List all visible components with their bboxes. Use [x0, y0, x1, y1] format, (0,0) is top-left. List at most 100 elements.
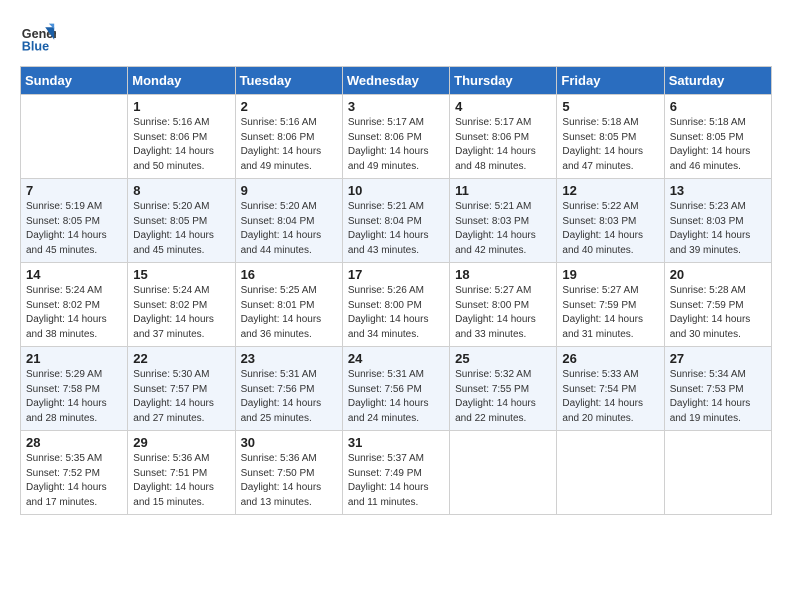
calendar-cell: 31 Sunrise: 5:37 AM Sunset: 7:49 PM Dayli… — [342, 431, 449, 515]
weekday-header: Tuesday — [235, 67, 342, 95]
day-number: 8 — [133, 183, 229, 198]
cell-sun-info: Sunrise: 5:36 AM Sunset: 7:50 PM Dayligh… — [241, 452, 337, 510]
day-number: 3 — [348, 99, 444, 114]
cell-sun-info: Sunrise: 5:25 AM Sunset: 8:01 PM Dayligh… — [241, 284, 337, 342]
cell-sun-info: Sunrise: 5:16 AM Sunset: 8:06 PM Dayligh… — [241, 116, 337, 174]
calendar-cell: 5 Sunrise: 5:18 AM Sunset: 8:05 PM Daylig… — [557, 95, 664, 179]
weekday-header: Thursday — [450, 67, 557, 95]
day-number: 1 — [133, 99, 229, 114]
cell-sun-info: Sunrise: 5:36 AM Sunset: 7:51 PM Dayligh… — [133, 452, 229, 510]
day-number: 18 — [455, 267, 551, 282]
calendar-cell: 16 Sunrise: 5:25 AM Sunset: 8:01 PM Dayli… — [235, 263, 342, 347]
calendar-cell: 10Sunrise: 5:21 AM Sunset: 8:04 PM Dayli… — [342, 179, 449, 263]
calendar-cell: 1 Sunrise: 5:16 AM Sunset: 8:06 PM Daylig… — [128, 95, 235, 179]
day-number: 19 — [562, 267, 658, 282]
calendar-cell: 11 Sunrise: 5:21 AM Sunset: 8:03 PM Dayli… — [450, 179, 557, 263]
cell-sun-info: Sunrise: 5:29 AM Sunset: 7:58 PM Dayligh… — [26, 368, 122, 426]
cell-sun-info: Sunrise: 5:22 AM Sunset: 8:03 PM Dayligh… — [562, 200, 658, 258]
day-number: 24 — [348, 351, 444, 366]
cell-sun-info: Sunrise: 5:32 AM Sunset: 7:55 PM Dayligh… — [455, 368, 551, 426]
day-number: 22 — [133, 351, 229, 366]
weekday-header: Friday — [557, 67, 664, 95]
calendar-week-row: 7Sunrise: 5:19 AM Sunset: 8:05 PM Daylig… — [21, 179, 772, 263]
calendar-cell: 9Sunrise: 5:20 AM Sunset: 8:04 PM Daylig… — [235, 179, 342, 263]
calendar-cell: 12 Sunrise: 5:22 AM Sunset: 8:03 PM Dayli… — [557, 179, 664, 263]
cell-sun-info: Sunrise: 5:28 AM Sunset: 7:59 PM Dayligh… — [670, 284, 766, 342]
calendar-cell: 24Sunrise: 5:31 AM Sunset: 7:56 PM Dayli… — [342, 347, 449, 431]
calendar-cell: 18 Sunrise: 5:27 AM Sunset: 8:00 PM Dayli… — [450, 263, 557, 347]
day-number: 26 — [562, 351, 658, 366]
day-number: 30 — [241, 435, 337, 450]
day-number: 9 — [241, 183, 337, 198]
cell-sun-info: Sunrise: 5:30 AM Sunset: 7:57 PM Dayligh… — [133, 368, 229, 426]
day-number: 25 — [455, 351, 551, 366]
cell-sun-info: Sunrise: 5:24 AM Sunset: 8:02 PM Dayligh… — [133, 284, 229, 342]
cell-sun-info: Sunrise: 5:26 AM Sunset: 8:00 PM Dayligh… — [348, 284, 444, 342]
day-number: 17 — [348, 267, 444, 282]
calendar-week-row: 21 Sunrise: 5:29 AM Sunset: 7:58 PM Dayli… — [21, 347, 772, 431]
calendar-cell: 27 Sunrise: 5:34 AM Sunset: 7:53 PM Dayli… — [664, 347, 771, 431]
day-number: 20 — [670, 267, 766, 282]
weekday-header: Monday — [128, 67, 235, 95]
calendar-cell: 17 Sunrise: 5:26 AM Sunset: 8:00 PM Dayli… — [342, 263, 449, 347]
day-number: 21 — [26, 351, 122, 366]
day-number: 13 — [670, 183, 766, 198]
calendar-cell — [450, 431, 557, 515]
day-number: 5 — [562, 99, 658, 114]
day-number: 27 — [670, 351, 766, 366]
calendar-cell: 29 Sunrise: 5:36 AM Sunset: 7:51 PM Dayli… — [128, 431, 235, 515]
weekday-header: Saturday — [664, 67, 771, 95]
calendar-cell: 19 Sunrise: 5:27 AM Sunset: 7:59 PM Dayli… — [557, 263, 664, 347]
cell-sun-info: Sunrise: 5:17 AM Sunset: 8:06 PM Dayligh… — [348, 116, 444, 174]
calendar-table: SundayMondayTuesdayWednesdayThursdayFrid… — [20, 66, 772, 515]
day-number: 29 — [133, 435, 229, 450]
calendar-week-row: 14 Sunrise: 5:24 AM Sunset: 8:02 PM Dayli… — [21, 263, 772, 347]
cell-sun-info: Sunrise: 5:31 AM Sunset: 7:56 PM Dayligh… — [241, 368, 337, 426]
calendar-cell: 30 Sunrise: 5:36 AM Sunset: 7:50 PM Dayli… — [235, 431, 342, 515]
day-number: 15 — [133, 267, 229, 282]
calendar-cell: 4 Sunrise: 5:17 AM Sunset: 8:06 PM Daylig… — [450, 95, 557, 179]
page-header: General Blue — [20, 20, 772, 56]
calendar-cell: 28 Sunrise: 5:35 AM Sunset: 7:52 PM Dayli… — [21, 431, 128, 515]
day-number: 14 — [26, 267, 122, 282]
cell-sun-info: Sunrise: 5:27 AM Sunset: 7:59 PM Dayligh… — [562, 284, 658, 342]
svg-text:Blue: Blue — [22, 40, 49, 54]
cell-sun-info: Sunrise: 5:27 AM Sunset: 8:00 PM Dayligh… — [455, 284, 551, 342]
day-number: 11 — [455, 183, 551, 198]
calendar-header-row: SundayMondayTuesdayWednesdayThursdayFrid… — [21, 67, 772, 95]
cell-sun-info: Sunrise: 5:17 AM Sunset: 8:06 PM Dayligh… — [455, 116, 551, 174]
calendar-cell: 8 Sunrise: 5:20 AM Sunset: 8:05 PM Daylig… — [128, 179, 235, 263]
cell-sun-info: Sunrise: 5:19 AM Sunset: 8:05 PM Dayligh… — [26, 200, 122, 258]
calendar-cell: 7Sunrise: 5:19 AM Sunset: 8:05 PM Daylig… — [21, 179, 128, 263]
cell-sun-info: Sunrise: 5:33 AM Sunset: 7:54 PM Dayligh… — [562, 368, 658, 426]
day-number: 31 — [348, 435, 444, 450]
day-number: 12 — [562, 183, 658, 198]
calendar-week-row: 1 Sunrise: 5:16 AM Sunset: 8:06 PM Daylig… — [21, 95, 772, 179]
cell-sun-info: Sunrise: 5:16 AM Sunset: 8:06 PM Dayligh… — [133, 116, 229, 174]
calendar-cell — [557, 431, 664, 515]
calendar-cell: 3 Sunrise: 5:17 AM Sunset: 8:06 PM Daylig… — [342, 95, 449, 179]
calendar-cell: 23Sunrise: 5:31 AM Sunset: 7:56 PM Dayli… — [235, 347, 342, 431]
calendar-cell: 25 Sunrise: 5:32 AM Sunset: 7:55 PM Dayli… — [450, 347, 557, 431]
calendar-cell: 26 Sunrise: 5:33 AM Sunset: 7:54 PM Dayli… — [557, 347, 664, 431]
day-number: 28 — [26, 435, 122, 450]
day-number: 4 — [455, 99, 551, 114]
cell-sun-info: Sunrise: 5:18 AM Sunset: 8:05 PM Dayligh… — [670, 116, 766, 174]
day-number: 10 — [348, 183, 444, 198]
cell-sun-info: Sunrise: 5:35 AM Sunset: 7:52 PM Dayligh… — [26, 452, 122, 510]
cell-sun-info: Sunrise: 5:24 AM Sunset: 8:02 PM Dayligh… — [26, 284, 122, 342]
day-number: 6 — [670, 99, 766, 114]
calendar-cell: 2Sunrise: 5:16 AM Sunset: 8:06 PM Daylig… — [235, 95, 342, 179]
cell-sun-info: Sunrise: 5:37 AM Sunset: 7:49 PM Dayligh… — [348, 452, 444, 510]
cell-sun-info: Sunrise: 5:18 AM Sunset: 8:05 PM Dayligh… — [562, 116, 658, 174]
weekday-header: Wednesday — [342, 67, 449, 95]
calendar-cell: 14 Sunrise: 5:24 AM Sunset: 8:02 PM Dayli… — [21, 263, 128, 347]
calendar-cell — [21, 95, 128, 179]
logo: General Blue — [20, 20, 56, 56]
cell-sun-info: Sunrise: 5:34 AM Sunset: 7:53 PM Dayligh… — [670, 368, 766, 426]
cell-sun-info: Sunrise: 5:21 AM Sunset: 8:03 PM Dayligh… — [455, 200, 551, 258]
day-number: 16 — [241, 267, 337, 282]
calendar-cell: 13 Sunrise: 5:23 AM Sunset: 8:03 PM Dayli… — [664, 179, 771, 263]
cell-sun-info: Sunrise: 5:20 AM Sunset: 8:05 PM Dayligh… — [133, 200, 229, 258]
cell-sun-info: Sunrise: 5:23 AM Sunset: 8:03 PM Dayligh… — [670, 200, 766, 258]
